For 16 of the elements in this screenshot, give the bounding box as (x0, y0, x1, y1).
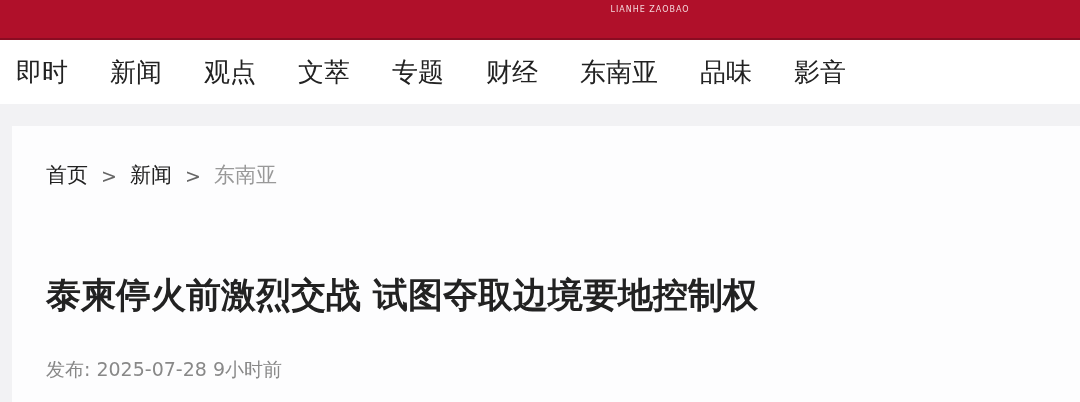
nav-item[interactable]: 即时 (16, 52, 68, 92)
nav-item[interactable]: 新闻 (110, 52, 162, 92)
logo-text[interactable]: LIANHE ZAOBAO (610, 6, 690, 14)
article-title: 泰柬停火前激烈交战 试图夺取边境要地控制权 (46, 278, 760, 313)
nav-item[interactable]: 专题 (392, 52, 444, 92)
nav-item[interactable]: 东南亚 (580, 52, 658, 92)
nav-item[interactable]: 观点 (204, 52, 256, 92)
breadcrumb-separator: > (100, 163, 118, 189)
nav-item[interactable]: 财经 (486, 52, 538, 92)
nav-item[interactable]: 品味 (700, 52, 752, 92)
breadcrumb-link[interactable]: 首页 (46, 160, 88, 192)
nav-item[interactable]: 影音 (794, 52, 846, 92)
breadcrumb-link[interactable]: 新闻 (129, 160, 172, 192)
breadcrumb-separator: > (183, 163, 202, 189)
nav-item[interactable]: 文萃 (298, 52, 350, 92)
publish-info: 发布: 2025-07-28 9小时前 (46, 357, 283, 382)
